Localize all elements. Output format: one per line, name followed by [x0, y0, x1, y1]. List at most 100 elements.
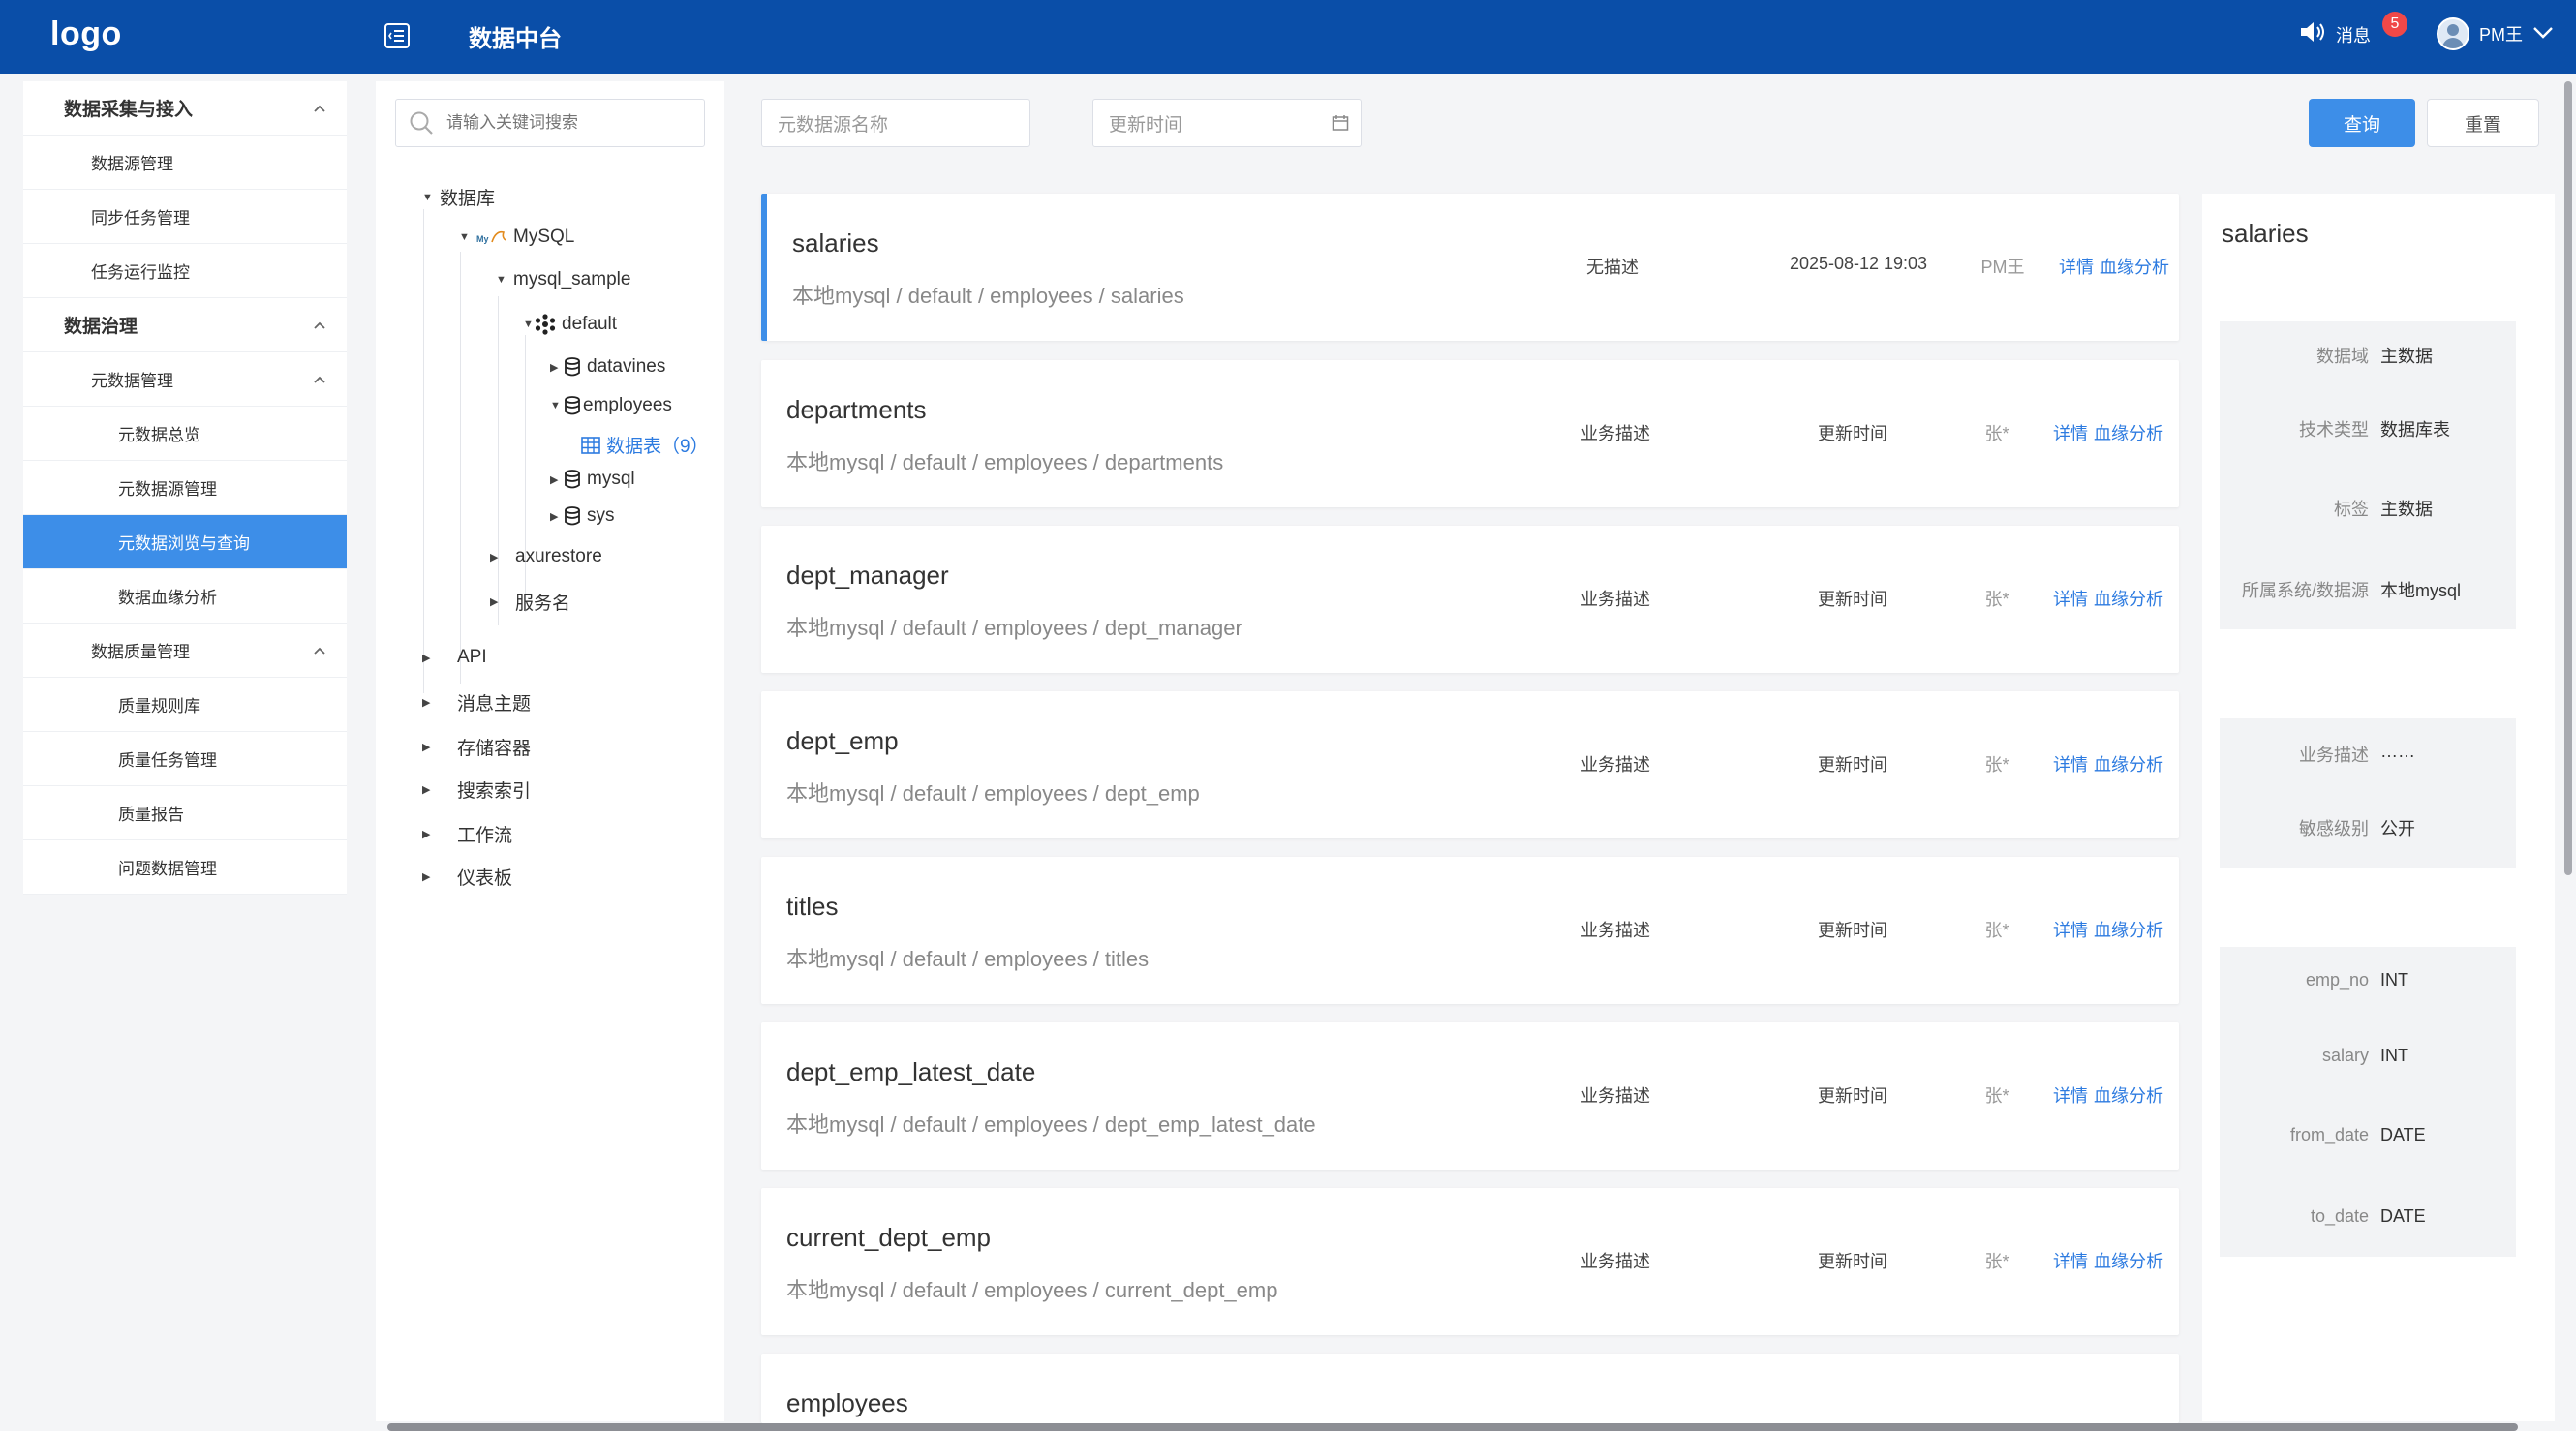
result-card[interactable]: dept_manager 本地mysql / default / employe… [761, 526, 2179, 673]
result-card[interactable]: departments 本地mysql / default / employee… [761, 360, 2179, 507]
lineage-link[interactable]: 血缘分析 [2100, 254, 2169, 279]
caret-down-icon: ▼ [523, 319, 534, 330]
sidebar-group-metadata-management[interactable]: 元数据管理 [23, 352, 347, 407]
tree-node-service[interactable]: ▶ 服务名 [490, 589, 570, 615]
result-card[interactable]: titles 本地mysql / default / employees / t… [761, 857, 2179, 1004]
tree-node-employees[interactable]: ▼ employees [550, 395, 672, 416]
caret-down-icon: ▼ [550, 400, 561, 411]
sidebar-group-data-ingestion[interactable]: 数据采集与接入 [23, 81, 347, 136]
sidebar-group-data-governance[interactable]: 数据治理 [23, 298, 347, 352]
detail-link[interactable]: 详情 [2053, 420, 2088, 445]
avatar [2437, 17, 2469, 50]
tree-node-sys[interactable]: ▶ sys [550, 505, 615, 527]
query-button[interactable]: 查询 [2309, 99, 2415, 147]
detail-link[interactable]: 详情 [2053, 1248, 2088, 1273]
detail-title: salaries [2222, 219, 2309, 248]
sidebar-item-label: 元数据总览 [118, 426, 200, 444]
tree-node-label: mysql [587, 469, 635, 489]
result-card[interactable]: current_dept_emp 本地mysql / default / emp… [761, 1188, 2179, 1335]
sidebar-item-label: 数据采集与接入 [64, 100, 194, 120]
lineage-link[interactable]: 血缘分析 [2094, 586, 2163, 611]
tree-node-label: 消息主题 [457, 694, 532, 715]
sidebar-item-label: 质量任务管理 [118, 751, 217, 770]
sidebar-item-metadata-overview[interactable]: 元数据总览 [23, 407, 347, 461]
lineage-link[interactable]: 血缘分析 [2094, 1082, 2163, 1108]
sidebar-item-label: 质量规则库 [118, 697, 200, 716]
lineage-link[interactable]: 血缘分析 [2094, 751, 2163, 776]
detail-link[interactable]: 详情 [2059, 254, 2094, 279]
table-description: 业务描述 [1580, 590, 1650, 609]
tree-search-input[interactable] [446, 113, 689, 133]
table-description: 无描述 [1586, 258, 1639, 277]
updated-time: 更新时间 [1818, 755, 1887, 775]
lineage-link[interactable]: 血缘分析 [2094, 1248, 2163, 1273]
detail-link[interactable]: 详情 [2053, 751, 2088, 776]
sidebar-item-problem-data[interactable]: 问题数据管理 [23, 840, 347, 895]
sidebar-item-quality-report[interactable]: 质量报告 [23, 786, 347, 840]
database-icon [564, 470, 581, 489]
tree-node-label: 数据表（9） [606, 437, 709, 457]
tree-node-storage[interactable]: ▶ 存储容器 [422, 734, 531, 760]
sidebar-item-label: 数据质量管理 [91, 643, 190, 661]
lineage-link[interactable]: 血缘分析 [2094, 917, 2163, 942]
detail-value: 公开 [2380, 819, 2415, 838]
sidebar-item-quality-rules[interactable]: 质量规则库 [23, 678, 347, 732]
detail-link[interactable]: 详情 [2053, 917, 2088, 942]
cluster-icon [535, 314, 556, 335]
reset-button[interactable]: 重置 [2427, 99, 2539, 147]
detail-key: salary [2321, 1046, 2369, 1065]
detail-link[interactable]: 详情 [2053, 1082, 2088, 1108]
tree-node-mysql-db[interactable]: ▶ mysql [550, 469, 635, 490]
tree-node-tables[interactable]: 数据表（9） [581, 432, 709, 458]
detail-link[interactable]: 详情 [2053, 586, 2088, 611]
sidebar-item-label: 元数据浏览与查询 [118, 534, 250, 553]
result-card[interactable]: employees [761, 1354, 2179, 1423]
update-time-picker[interactable]: 更新时间 [1092, 99, 1362, 147]
tree-node-axurestore[interactable]: ▶ axurestore [490, 546, 602, 567]
sidebar-item-label: 数据治理 [64, 317, 138, 337]
sidebar-item-lineage-analysis[interactable]: 数据血缘分析 [23, 569, 347, 624]
metadata-name-input[interactable]: 元数据源名称 [761, 99, 1030, 147]
search-icon [408, 109, 435, 137]
tree-node-api[interactable]: ▶ API [422, 647, 487, 668]
table-name: dept_emp [786, 726, 899, 755]
detail-value: DATE [2380, 1125, 2426, 1144]
sidebar-item-task-monitor[interactable]: 任务运行监控 [23, 244, 347, 298]
sidebar-item-datasource-management[interactable]: 数据源管理 [23, 136, 347, 190]
table-name: employees [786, 1388, 908, 1417]
result-card[interactable]: salaries 本地mysql / default / employees /… [761, 194, 2179, 341]
database-icon [564, 357, 581, 377]
result-card[interactable]: dept_emp_latest_date 本地mysql / default /… [761, 1022, 2179, 1170]
horizontal-scrollbar[interactable] [387, 1423, 2518, 1431]
columns-block: emp_no INT salary INT from_date DATE to_dat… [2220, 947, 2516, 1257]
sidebar-item-label: 任务运行监控 [91, 263, 190, 282]
chevron-up-icon [314, 321, 325, 329]
messages-button[interactable]: 消息 [2299, 19, 2371, 49]
lineage-link[interactable]: 血缘分析 [2094, 420, 2163, 445]
updated-time: 更新时间 [1818, 590, 1887, 609]
vertical-scrollbar[interactable] [2564, 81, 2572, 875]
result-card[interactable]: dept_emp 本地mysql / default / employees /… [761, 691, 2179, 838]
tree-node-mysql[interactable]: ▼ My MySQL [459, 227, 574, 248]
table-name: titles [786, 892, 839, 921]
sidebar-item-quality-tasks[interactable]: 质量任务管理 [23, 732, 347, 786]
chevron-down-icon [2532, 24, 2554, 45]
tree-node-dashboard[interactable]: ▶ 仪表板 [422, 864, 512, 890]
menu-toggle-icon[interactable] [383, 21, 411, 50]
sidebar-item-metadata-browse[interactable]: 元数据浏览与查询 [23, 515, 347, 569]
tree-search[interactable] [395, 99, 705, 147]
tree-node-mysql-sample[interactable]: ▼ mysql_sample [496, 269, 630, 290]
user-menu[interactable]: PM王 [2437, 17, 2554, 50]
detail-key: 技术类型 [2299, 420, 2369, 440]
tree-node-workflow[interactable]: ▶ 工作流 [422, 821, 512, 847]
tree-node-database[interactable]: ▼ 数据库 [422, 184, 495, 210]
tree-node-datavines[interactable]: ▶ datavines [550, 356, 665, 378]
sidebar-item-metadata-source-management[interactable]: 元数据源管理 [23, 461, 347, 515]
sidebar-item-sync-task-management[interactable]: 同步任务管理 [23, 190, 347, 244]
caret-right-icon: ▶ [490, 596, 499, 608]
table-path: 本地mysql / default / employees / titles [786, 947, 1150, 971]
tree-node-search-index[interactable]: ▶ 搜索索引 [422, 776, 531, 803]
sidebar-group-data-quality[interactable]: 数据质量管理 [23, 624, 347, 678]
tree-node-message-topic[interactable]: ▶ 消息主题 [422, 689, 531, 716]
tree-node-default[interactable]: ▼ default [523, 314, 617, 335]
